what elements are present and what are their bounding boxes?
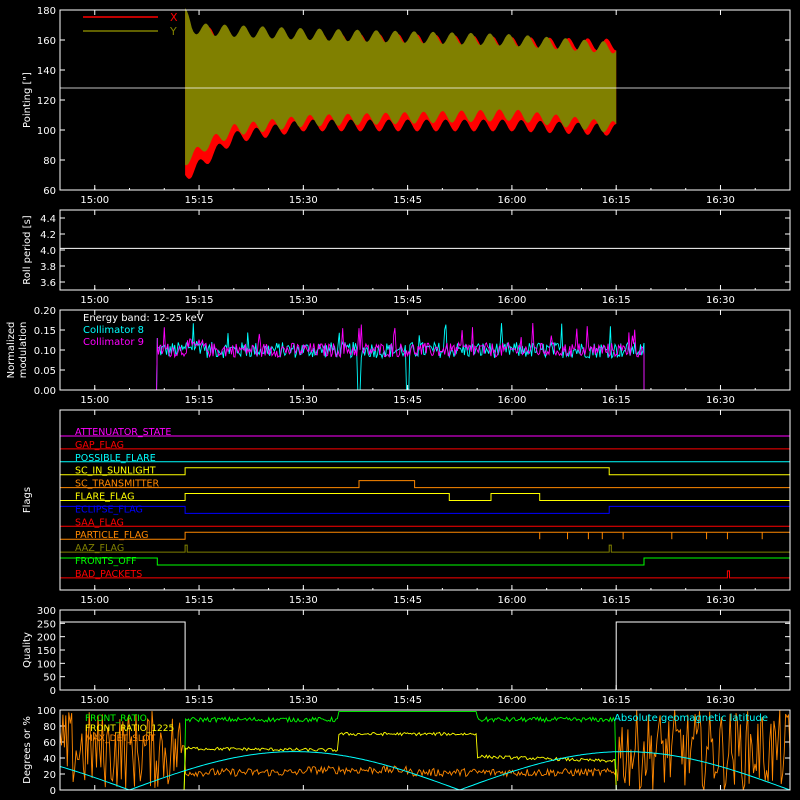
flag-label-sc-transmitter: SC_TRANSMITTER [75,479,160,490]
flags-xtick-label: 15:15 [185,595,214,606]
modulation-xtick-label: 15:15 [185,395,214,406]
modulation-xtick-label: 15:45 [393,395,422,406]
quality-ytick-label: 50 [43,673,56,684]
flags-xtick-label: 15:00 [80,595,109,606]
quality-xtick-label: 16:30 [706,695,735,706]
quality-ytick-label: 200 [37,633,56,644]
flag-label-sc-in-sunlight: SC_IN_SUNLIGHT [75,466,156,477]
modulation-ytick-label: 0.20 [34,306,56,317]
pointing-ytick-label: 120 [37,96,56,107]
roll-xtick-label: 16:00 [497,295,526,306]
roll-xtick-label: 15:45 [393,295,422,306]
modulation-legend-collimator-9: Collimator 9 [83,337,144,348]
hessi-quicklook-figure: 60 80 100 120 140 160 180 XY 15:00 15:15 15:30 15:4… [0,0,800,800]
quality-xtick-label: 16:00 [497,695,526,706]
pointing-xtick-label: 16:15 [602,195,631,206]
modulation-xtick-label: 15:30 [289,395,318,406]
flag-label-fronts-off: FRONTS_OFF [75,556,137,567]
flags-xtick-label: 15:30 [289,595,318,606]
quality-ytick-label: 250 [37,619,56,630]
flags-xtick-label: 15:45 [393,595,422,606]
rates-ytick-label: 100 [37,706,56,717]
quality-xtick-label: 15:45 [393,695,422,706]
pointing-xtick-label: 16:00 [497,195,526,206]
modulation-xtick-label: 16:15 [602,395,631,406]
roll-xtick-label: 15:15 [185,295,214,306]
legend-label-y: Y [169,25,177,38]
roll-ytick-label: 4.0 [40,246,56,257]
roll-ytick-label: 3.6 [40,278,56,289]
flags-ylabel: Flags [22,487,33,513]
roll-xtick-label: 15:00 [80,295,109,306]
roll-xtick-label: 16:15 [602,295,631,306]
quality-xtick-label: 16:15 [602,695,631,706]
roll-ylabel: Roll period [s] [22,215,33,284]
modulation-xtick-label: 16:00 [497,395,526,406]
roll-xtick-label: 15:30 [289,295,318,306]
legend-label-x: X [170,11,178,24]
modulation-ylabel-line2: modulation [18,322,29,379]
pointing-ytick-label: 60 [43,186,56,197]
pointing-ylabel: Pointing ["] [22,72,33,128]
modulation-ytick-label: 0.00 [34,386,56,397]
roll-ytick-label: 4.2 [40,230,56,241]
pointing-ytick-label: 180 [37,6,56,17]
flag-label-particle-flag: PARTICLE_FLAG [75,530,148,541]
modulation-legend-collimator-8: Collimator 8 [83,325,144,336]
quality-ytick-label: 150 [37,646,56,657]
modulation-ytick-label: 0.15 [34,326,56,337]
modulation-ytick-label: 0.05 [34,366,56,377]
pointing-ytick-label: 160 [37,36,56,47]
quality-ylabel: Quality [22,632,33,668]
modulation-energy-band: Energy band: 12-25 keV [83,313,204,324]
quality-xtick-label: 15:00 [80,695,109,706]
flags-xtick-label: 16:15 [602,595,631,606]
quality-xtick-label: 15:30 [289,695,318,706]
rates-legend-geomagnetic-latitude: Absolute geomagnetic latitude [614,713,768,724]
pointing-xtick-label: 16:30 [706,195,735,206]
pointing-xtick-label: 15:30 [289,195,318,206]
flag-label-aaz-flag: AAZ_FLAG [75,543,124,554]
quality-ytick-label: 300 [37,606,56,617]
modulation-ylabel-line1: Normalized [6,322,17,379]
pointing-xtick-label: 15:45 [393,195,422,206]
modulation-ytick-label: 0.10 [34,346,56,357]
flag-label-saa-flag: SAA_FLAG [75,517,124,528]
flag-label-gap-flag: GAP_FLAG [75,440,124,451]
quality-xtick-label: 15:15 [185,695,214,706]
flag-label-flare-flag: FLARE_FLAG [75,492,135,503]
quality-ytick-label: 0 [50,686,56,697]
rates-legend-0: FRONT_RATIO [85,714,147,724]
pointing-ytick-label: 80 [43,156,56,167]
modulation-xtick-label: 16:30 [706,395,735,406]
flags-xtick-label: 16:30 [706,595,735,606]
flags-xtick-label: 16:00 [497,595,526,606]
pointing-ytick-label: 140 [37,66,56,77]
quality-ytick-label: 100 [37,659,56,670]
rates-legend-1: FRONT_RATIO_1225 [85,724,174,734]
rates-ytick-label: 60 [43,738,56,749]
flag-label-eclipse-flag: ECLIPSE_FLAG [75,504,143,515]
pointing-xtick-label: 15:15 [185,195,214,206]
flag-label-possible-flare: POSSIBLE_FLARE [75,453,156,464]
roll-xtick-label: 16:30 [706,295,735,306]
flag-label-attenuator-state: ATTENUATOR_STATE [75,427,171,438]
rates-ylabel: Degrees or % [22,716,33,784]
pointing-xtick-label: 15:00 [80,195,109,206]
rates-ytick-label: 80 [43,722,56,733]
flag-label-bad-packets: BAD_PACKETS [75,569,142,580]
rates-legend-2: MAX_DET_SLOT [85,734,156,744]
pointing-ytick-label: 100 [37,126,56,137]
rates-ytick-label: 20 [43,770,56,781]
roll-ytick-label: 4.4 [40,214,56,225]
rates-ytick-label: 40 [43,754,56,765]
modulation-xtick-label: 15:00 [80,395,109,406]
rates-ytick-label: 0 [50,786,56,797]
roll-ytick-label: 3.8 [40,262,56,273]
